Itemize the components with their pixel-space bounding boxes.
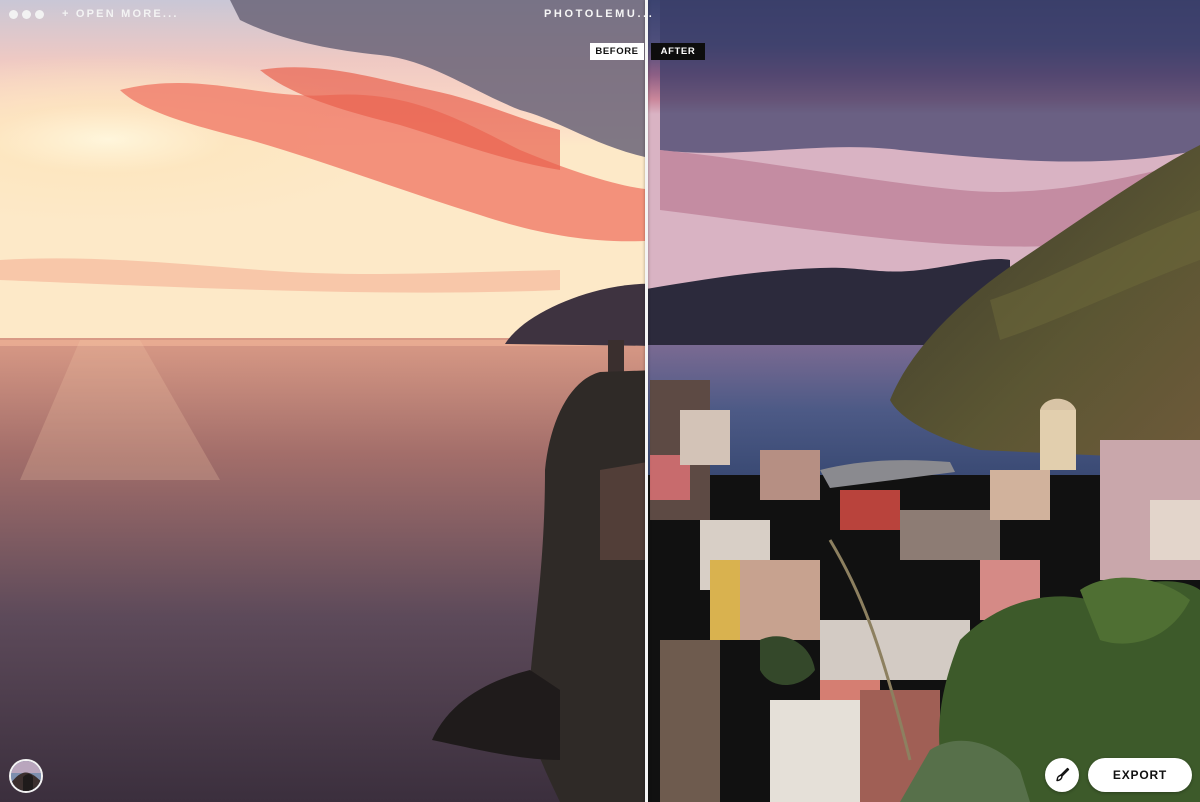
comparison-divider-handle[interactable] bbox=[645, 0, 648, 802]
after-label: AFTER bbox=[651, 43, 705, 60]
before-label: BEFORE bbox=[590, 43, 644, 60]
zoom-dot-icon[interactable] bbox=[35, 10, 44, 19]
minimize-dot-icon[interactable] bbox=[22, 10, 31, 19]
before-image bbox=[0, 0, 647, 802]
photo-comparison-view: + OPEN MORE... PHOTOLEMU... BEFORE AFTER… bbox=[0, 0, 1200, 802]
window-controls[interactable] bbox=[9, 10, 44, 19]
close-dot-icon[interactable] bbox=[9, 10, 18, 19]
brush-button[interactable] bbox=[1045, 758, 1079, 792]
brush-icon bbox=[1056, 767, 1070, 782]
after-image bbox=[647, 0, 1200, 802]
open-more-button[interactable]: + OPEN MORE... bbox=[62, 8, 179, 20]
image-thumbnail[interactable] bbox=[9, 759, 43, 793]
title-bar: + OPEN MORE... PHOTOLEMU... bbox=[0, 0, 1200, 30]
image-thumbnail-icon bbox=[11, 761, 41, 791]
app-title: PHOTOLEMU... bbox=[544, 8, 655, 20]
export-button[interactable]: EXPORT bbox=[1088, 758, 1192, 792]
